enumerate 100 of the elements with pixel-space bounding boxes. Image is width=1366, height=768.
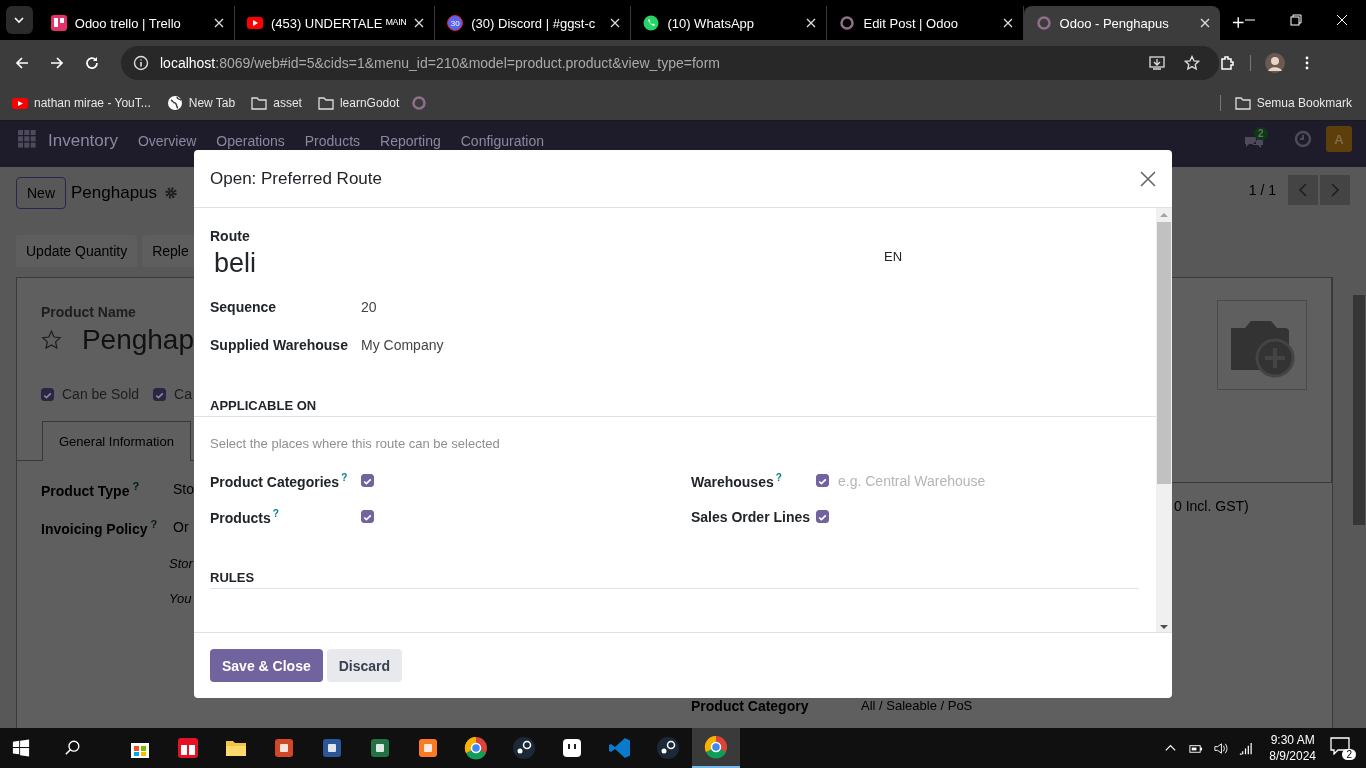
- checkbox[interactable]: [361, 510, 374, 523]
- globe-icon: [166, 94, 183, 111]
- chevron-down-icon: [13, 16, 26, 24]
- menu-item[interactable]: Overview: [137, 129, 197, 149]
- search-icon[interactable]: [64, 739, 82, 757]
- browser-tab[interactable]: Odoo - Penghapus: [1023, 6, 1220, 40]
- url-path: :8069/web#id=5&cids=1&menu_id=210&model=product.product&view_type=form: [215, 54, 720, 71]
- checkbox[interactable]: [41, 387, 54, 401]
- menu-item[interactable]: Operations: [216, 129, 285, 149]
- volume-icon[interactable]: [1213, 740, 1229, 756]
- reload-icon[interactable]: [84, 54, 100, 71]
- field-label: Supplied Warehouse: [210, 337, 349, 353]
- checkbox[interactable]: [153, 387, 167, 401]
- youtube-icon: [246, 15, 263, 31]
- section-heading: APPLICABLE ON: [194, 398, 1156, 417]
- checkbox-label: Can be Sold: [62, 386, 140, 402]
- menu-item[interactable]: Reporting: [380, 129, 441, 149]
- route-name-field[interactable]: beli: [214, 248, 257, 279]
- language-button[interactable]: EN: [884, 249, 903, 265]
- ring-icon: [1035, 15, 1052, 31]
- scrollbar-thumb[interactable]: [1353, 295, 1365, 525]
- scrollbar[interactable]: [1156, 208, 1172, 632]
- chrome-app-icon: [464, 736, 488, 760]
- help-text: Select the places where this route can be selected: [210, 436, 501, 451]
- bookmark[interactable]: learnGodot: [317, 94, 400, 111]
- field-label: Product Category: [691, 698, 810, 714]
- back-icon[interactable]: [14, 54, 30, 71]
- bookmark[interactable]: New Tab: [166, 94, 236, 111]
- face-app-icon: [560, 736, 584, 760]
- field-value: All / Saleable / PoS: [861, 698, 973, 714]
- help-note: You: [169, 591, 193, 607]
- chrome-app-icon: [704, 735, 728, 759]
- url-host: localhost: [160, 54, 216, 71]
- checkbox[interactable]: [816, 474, 829, 487]
- folder-icon: [317, 94, 334, 111]
- menu-item[interactable]: Configuration: [460, 129, 544, 149]
- ring-icon[interactable]: [411, 94, 428, 111]
- field-label: Product Type $^{?}$: [41, 480, 141, 499]
- field-label: Products$^{?}$: [210, 507, 280, 526]
- ring-icon: [839, 15, 856, 31]
- app-name[interactable]: Inventory: [48, 127, 118, 151]
- steam-app-icon: [512, 736, 536, 760]
- taskbar-app[interactable]: [692, 728, 740, 768]
- field-value: Or: [173, 519, 189, 535]
- system-clock[interactable]: 9:30 AM 8/9/2024: [1269, 732, 1316, 764]
- trello-icon: [50, 15, 67, 31]
- price-text: 0 Incl. GST): [1174, 498, 1250, 514]
- field-value[interactable]: 20: [361, 299, 377, 315]
- info-icon: [133, 54, 149, 71]
- vscode-app-icon: [608, 736, 632, 760]
- field-label: Route: [210, 228, 251, 244]
- count-badge: 2: [1342, 748, 1356, 760]
- field-value: Sto: [173, 481, 194, 498]
- restore-icon[interactable]: [1290, 14, 1303, 26]
- dialog-title: Open: Preferred Route: [210, 168, 382, 189]
- discard-button[interactable]: Discard: [326, 649, 403, 682]
- field-label: Warehouses$^{?}$: [691, 471, 783, 490]
- extensions-icon[interactable]: [1219, 54, 1235, 71]
- checkbox[interactable]: [816, 510, 829, 523]
- tab-search-button[interactable]: [6, 6, 33, 34]
- bookmark-label: nathan mirae - YouT...: [34, 95, 151, 110]
- star-icon[interactable]: [1184, 54, 1200, 71]
- forward-icon[interactable]: [49, 54, 65, 71]
- field-label: Invoicing Policy $^{?}$: [41, 517, 159, 537]
- field-label: Product Name: [41, 304, 137, 320]
- field-label: Sequence: [210, 299, 278, 315]
- install-icon[interactable]: [1149, 54, 1165, 71]
- bookmark[interactable]: nathan mirae - YouT...: [12, 94, 151, 111]
- steam-app-icon: [656, 736, 680, 760]
- section-heading: RULES: [210, 570, 1139, 589]
- notification-badge: 30: [447, 15, 464, 31]
- bookmark-label: Semua Bookmark: [1256, 95, 1352, 110]
- new-tab-icon[interactable]: [1231, 16, 1245, 29]
- field-value[interactable]: My Company: [361, 337, 444, 353]
- gift-app-icon: [176, 736, 200, 760]
- folder-icon: [1234, 94, 1251, 111]
- save-button[interactable]: Save & Close: [210, 649, 323, 682]
- count-badge: 2: [1254, 127, 1268, 140]
- scrollbar-thumb[interactable]: [1157, 222, 1171, 484]
- field-label: Sales Order Lines: [691, 508, 812, 525]
- notifications-button[interactable]: 2: [1330, 736, 1356, 760]
- folder-icon: [251, 94, 268, 111]
- wifi-icon[interactable]: [1238, 740, 1254, 756]
- address-bar[interactable]: localhost:8069/web#id=5&cids=1&menu_id=210&model=product.product&view_type=form: [121, 45, 1219, 80]
- start-icon[interactable]: [12, 739, 30, 757]
- field-label: Product Categories$^{?}$: [210, 471, 349, 490]
- record-title: Penghapus: [71, 183, 158, 203]
- checkbox[interactable]: [361, 474, 374, 487]
- bookmark-label: learnGodot: [339, 95, 400, 110]
- pager-count: 1 / 1: [1248, 182, 1276, 198]
- bookmark-folder[interactable]: Semua Bookmark: [1234, 94, 1352, 111]
- whatsapp-icon: [643, 15, 660, 31]
- menu-item[interactable]: Products: [304, 129, 361, 149]
- product-name: Penghap: [81, 324, 194, 356]
- help-note: Stor: [169, 556, 194, 572]
- profile-avatar[interactable]: [1265, 52, 1285, 73]
- bookmark-label: New Tab: [188, 95, 236, 110]
- scroll-down-icon[interactable]: [1160, 624, 1168, 630]
- bookmark[interactable]: asset: [251, 94, 302, 111]
- checkbox-label: Ca: [174, 386, 192, 402]
